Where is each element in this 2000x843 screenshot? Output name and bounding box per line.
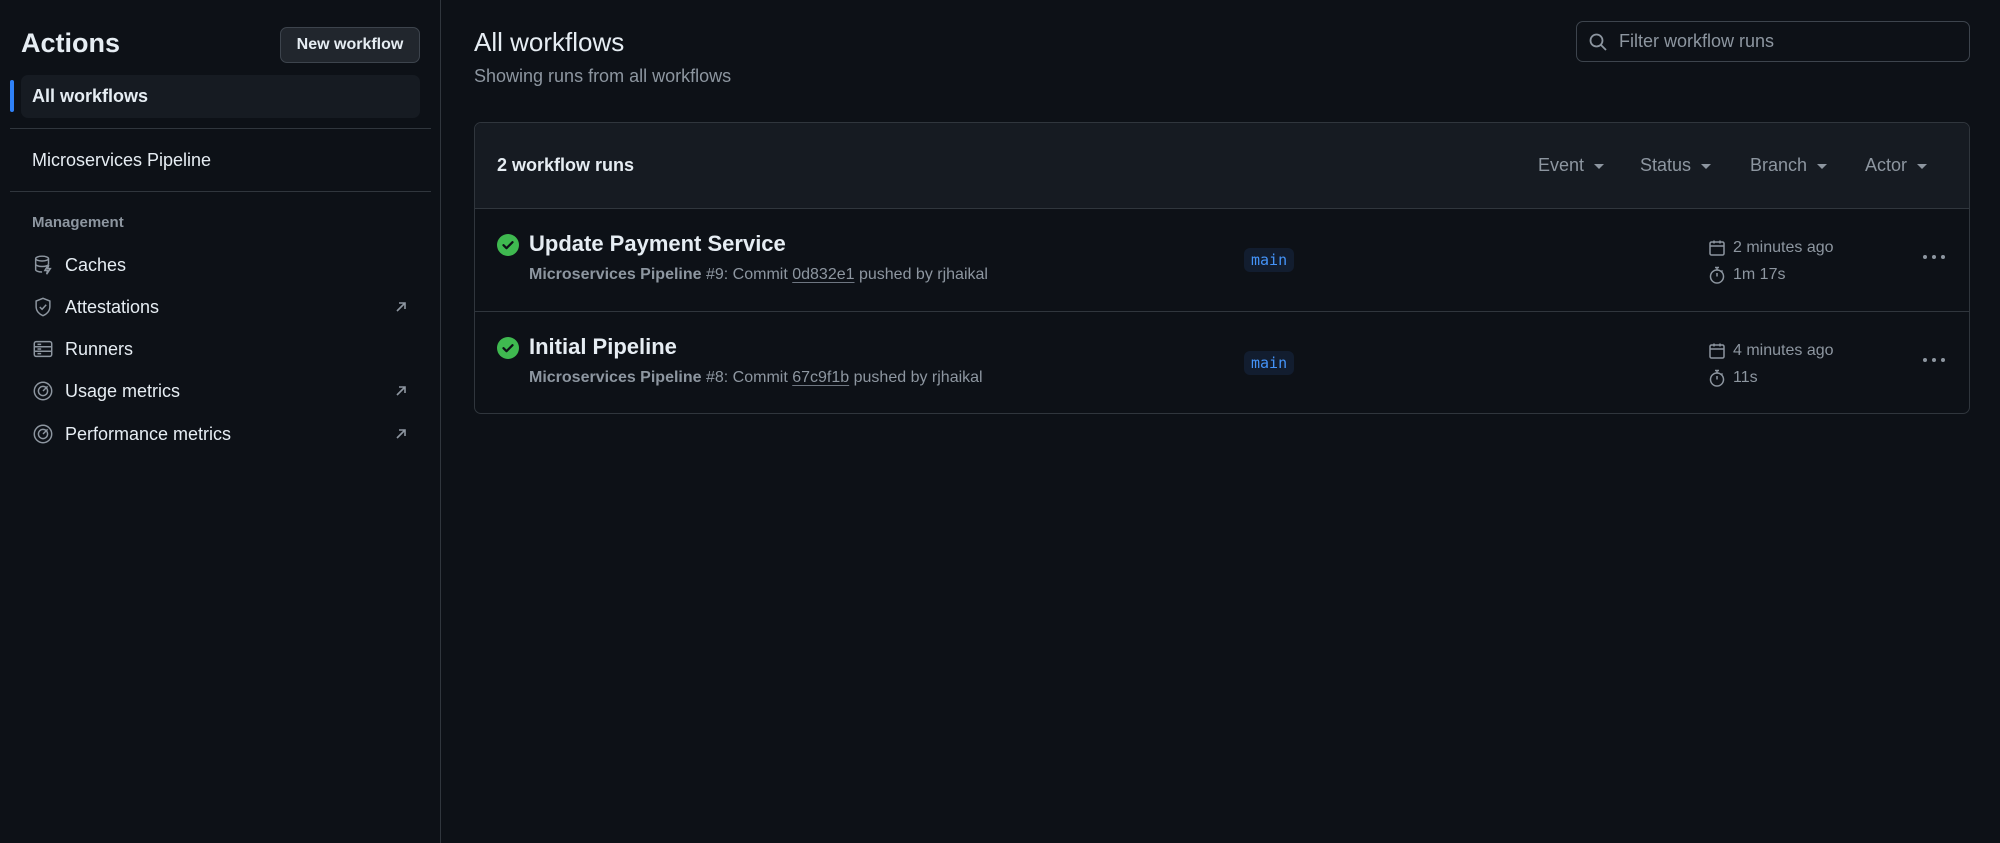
- run-workflow-name: Microservices Pipeline: [529, 266, 702, 283]
- filter-event-dropdown[interactable]: Event: [1538, 155, 1605, 176]
- runs-list-header: 2 workflow runs Event Status Branch Acto…: [475, 123, 1969, 209]
- sidebar-item-label: Usage metrics: [65, 380, 181, 401]
- run-timestamp: 2 minutes ago: [1707, 238, 1834, 258]
- run-when-text: 2 minutes ago: [1733, 239, 1834, 256]
- filter-workflow-runs-input[interactable]: [1619, 31, 1959, 52]
- sidebar-item-attestations[interactable]: Attestations: [21, 289, 420, 325]
- sidebar-item-label: Performance metrics: [65, 423, 232, 444]
- sidebar-item-label: Runners: [65, 338, 134, 359]
- run-options-kebab-icon[interactable]: [1919, 348, 1949, 372]
- calendar-icon: [1707, 238, 1727, 258]
- run-meta: Microservices Pipeline #9: Commit 0d832e…: [529, 266, 988, 284]
- page-title: All workflows: [474, 27, 625, 57]
- success-check-icon: [497, 337, 519, 359]
- caret-down-icon: [1701, 164, 1712, 169]
- stopwatch-icon: [1707, 265, 1727, 285]
- calendar-icon: [1707, 341, 1727, 361]
- run-title-link[interactable]: Update Payment Service: [529, 231, 786, 257]
- filter-label: Event: [1538, 155, 1585, 175]
- run-when-text: 4 minutes ago: [1733, 342, 1834, 359]
- filter-branch-dropdown[interactable]: Branch: [1750, 155, 1828, 176]
- sidebar-item-label: All workflows: [32, 86, 149, 106]
- external-link-arrow-icon: [392, 298, 410, 316]
- filter-label: Status: [1640, 155, 1692, 175]
- commit-sha-link[interactable]: 0d832e1: [792, 266, 854, 283]
- commit-prefix: : Commit: [723, 369, 788, 386]
- active-nav-indicator: [10, 80, 14, 112]
- server-icon: [31, 337, 55, 361]
- run-meta: Microservices Pipeline #8: Commit 67c9f1…: [529, 369, 983, 387]
- branch-label[interactable]: main: [1244, 248, 1295, 272]
- run-title-link[interactable]: Initial Pipeline: [529, 334, 677, 360]
- run-duration: 11s: [1707, 368, 1758, 388]
- sidebar-item-microservices-pipeline[interactable]: Microservices Pipeline: [32, 150, 211, 171]
- sidebar-item-caches[interactable]: Caches: [21, 247, 420, 283]
- page-subtitle: Showing runs from all workflows: [474, 66, 732, 86]
- meter-icon: [31, 422, 55, 446]
- divider: [10, 191, 431, 192]
- sidebar-item-label: Caches: [65, 254, 127, 275]
- filter-label: Branch: [1750, 155, 1808, 175]
- commit-prefix: : Commit: [723, 266, 788, 283]
- run-number: #9: [705, 266, 724, 283]
- workflow-run-row[interactable]: Update Payment Service Microservices Pip…: [475, 209, 1969, 311]
- divider: [10, 128, 431, 129]
- run-number: #8: [705, 369, 724, 386]
- filter-search-box[interactable]: [1576, 21, 1970, 62]
- success-check-icon: [497, 234, 519, 256]
- filter-status-dropdown[interactable]: Status: [1640, 155, 1712, 176]
- runs-count: 2 workflow runs: [497, 155, 635, 175]
- workflow-runs-list: 2 workflow runs Event Status Branch Acto…: [474, 122, 1970, 414]
- workflow-run-row[interactable]: Initial Pipeline Microservices Pipeline …: [475, 311, 1969, 413]
- meter-icon: [31, 379, 55, 403]
- stopwatch-icon: [1707, 368, 1727, 388]
- run-duration-text: 1m 17s: [1733, 266, 1786, 283]
- run-timestamp: 4 minutes ago: [1707, 341, 1834, 361]
- run-duration: 1m 17s: [1707, 265, 1785, 285]
- pushed-by: pushed by rjhaikal: [853, 369, 983, 386]
- external-link-arrow-icon: [392, 425, 410, 443]
- pushed-by: pushed by rjhaikal: [858, 266, 988, 283]
- run-options-kebab-icon[interactable]: [1919, 245, 1949, 269]
- new-workflow-button[interactable]: New workflow: [280, 27, 420, 63]
- database-icon: [31, 253, 55, 277]
- verified-shield-icon: [31, 295, 55, 319]
- external-link-arrow-icon: [392, 382, 410, 400]
- run-duration-text: 11s: [1733, 369, 1758, 386]
- commit-sha-link[interactable]: 67c9f1b: [792, 369, 849, 386]
- sidebar-item-all-workflows[interactable]: All workflows: [21, 75, 420, 118]
- filter-label: Actor: [1865, 155, 1908, 175]
- sidebar: Actions New workflow All workflows Micro…: [0, 0, 441, 843]
- search-icon: [1587, 31, 1609, 53]
- sidebar-item-runners[interactable]: Runners: [21, 331, 420, 367]
- sidebar-title: Actions: [21, 28, 121, 58]
- caret-down-icon: [1917, 164, 1928, 169]
- run-workflow-name: Microservices Pipeline: [529, 369, 702, 386]
- section-label-management: Management: [32, 214, 124, 231]
- filter-actor-dropdown[interactable]: Actor: [1865, 155, 1928, 176]
- sidebar-item-performance-metrics[interactable]: Performance metrics: [21, 416, 420, 452]
- sidebar-item-label: Attestations: [65, 296, 160, 317]
- sidebar-item-usage-metrics[interactable]: Usage metrics: [21, 373, 420, 409]
- caret-down-icon: [1594, 164, 1605, 169]
- branch-label[interactable]: main: [1244, 351, 1295, 375]
- caret-down-icon: [1817, 164, 1828, 169]
